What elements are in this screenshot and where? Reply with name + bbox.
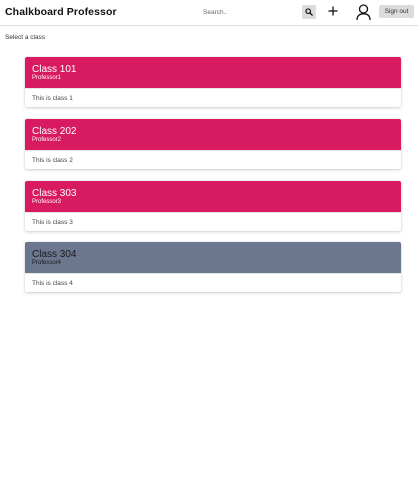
class-title: Class 304 <box>32 249 77 260</box>
top-navbar: Chalkboard Professor Sign out <box>0 0 418 26</box>
class-card-header: Class 101 Professor1 <box>25 57 401 88</box>
class-card[interactable]: Class 304 Professor4 This is class 4 <box>25 242 401 292</box>
class-card[interactable]: Class 101 Professor1 This is class 1 <box>25 57 401 107</box>
plus-icon <box>328 6 338 16</box>
class-professor: Professor2 <box>32 137 62 143</box>
select-class-label: Select a class <box>5 34 46 41</box>
class-professor: Professor4 <box>32 260 62 266</box>
user-icon <box>355 3 371 21</box>
class-description: This is class 3 <box>32 219 73 226</box>
class-card-body: This is class 3 <box>25 212 401 231</box>
class-description: This is class 1 <box>32 95 73 102</box>
search-icon <box>305 8 313 16</box>
add-class-button[interactable] <box>326 3 340 19</box>
sign-out-button[interactable]: Sign out <box>379 5 414 18</box>
class-title: Class 101 <box>32 64 77 75</box>
search-input[interactable] <box>200 4 296 20</box>
class-card[interactable]: Class 202 Professor2 This is class 2 <box>25 119 401 169</box>
class-description: This is class 4 <box>32 280 73 287</box>
class-title: Class 303 <box>32 188 77 199</box>
class-card-body: This is class 4 <box>25 273 401 292</box>
class-card-body: This is class 2 <box>25 150 401 169</box>
class-professor: Professor3 <box>32 199 62 205</box>
class-card-body: This is class 1 <box>25 88 401 107</box>
class-professor: Professor1 <box>32 75 62 81</box>
class-card-header: Class 303 Professor3 <box>25 181 401 212</box>
class-card-header: Class 304 Professor4 <box>25 242 401 273</box>
class-title: Class 202 <box>32 126 77 137</box>
class-description: This is class 2 <box>32 157 73 164</box>
class-card[interactable]: Class 303 Professor3 This is class 3 <box>25 181 401 231</box>
class-card-header: Class 202 Professor2 <box>25 119 401 150</box>
app-brand[interactable]: Chalkboard Professor <box>5 6 117 18</box>
search-button[interactable] <box>302 5 316 19</box>
profile-button[interactable] <box>355 3 371 21</box>
